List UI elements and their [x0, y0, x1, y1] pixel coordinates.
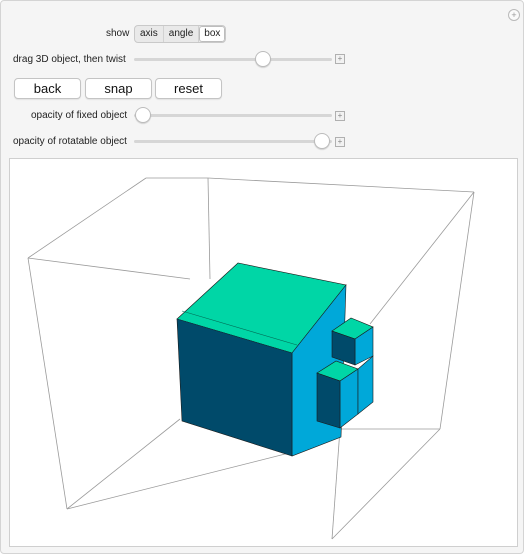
show-option-box[interactable]: box — [199, 26, 226, 42]
plus-box-icon[interactable]: + — [335, 54, 345, 64]
opacity-rot-label: opacity of rotatable object — [13, 136, 127, 147]
rotatable-cube[interactable] — [176, 262, 374, 457]
plus-box-icon[interactable]: + — [335, 137, 345, 147]
twist-label: drag 3D object, then twist — [13, 54, 126, 65]
plus-box-icon[interactable]: + — [335, 111, 345, 121]
manipulate-panel: + show axis angle box drag 3D object, th… — [0, 0, 524, 554]
3d-scene[interactable] — [10, 159, 517, 546]
twist-slider-track[interactable] — [134, 58, 332, 61]
show-option-angle[interactable]: angle — [164, 26, 200, 42]
opacity-fixed-slider-knob[interactable] — [135, 107, 151, 123]
opacity-rot-slider-knob[interactable] — [314, 133, 330, 149]
reset-button[interactable]: reset — [155, 78, 222, 99]
show-setter: axis angle box — [134, 25, 227, 43]
show-label: show — [106, 28, 130, 39]
3d-graphics-view[interactable] — [9, 158, 518, 547]
show-option-axis[interactable]: axis — [135, 26, 164, 42]
snap-button[interactable]: snap — [85, 78, 152, 99]
twist-slider-knob[interactable] — [255, 51, 271, 67]
opacity-fixed-label: opacity of fixed object — [31, 110, 128, 121]
opacity-fixed-slider-track[interactable] — [134, 114, 332, 117]
back-button[interactable]: back — [14, 78, 81, 99]
plus-circle-icon[interactable]: + — [508, 9, 520, 21]
opacity-rot-slider-track[interactable] — [134, 140, 332, 143]
